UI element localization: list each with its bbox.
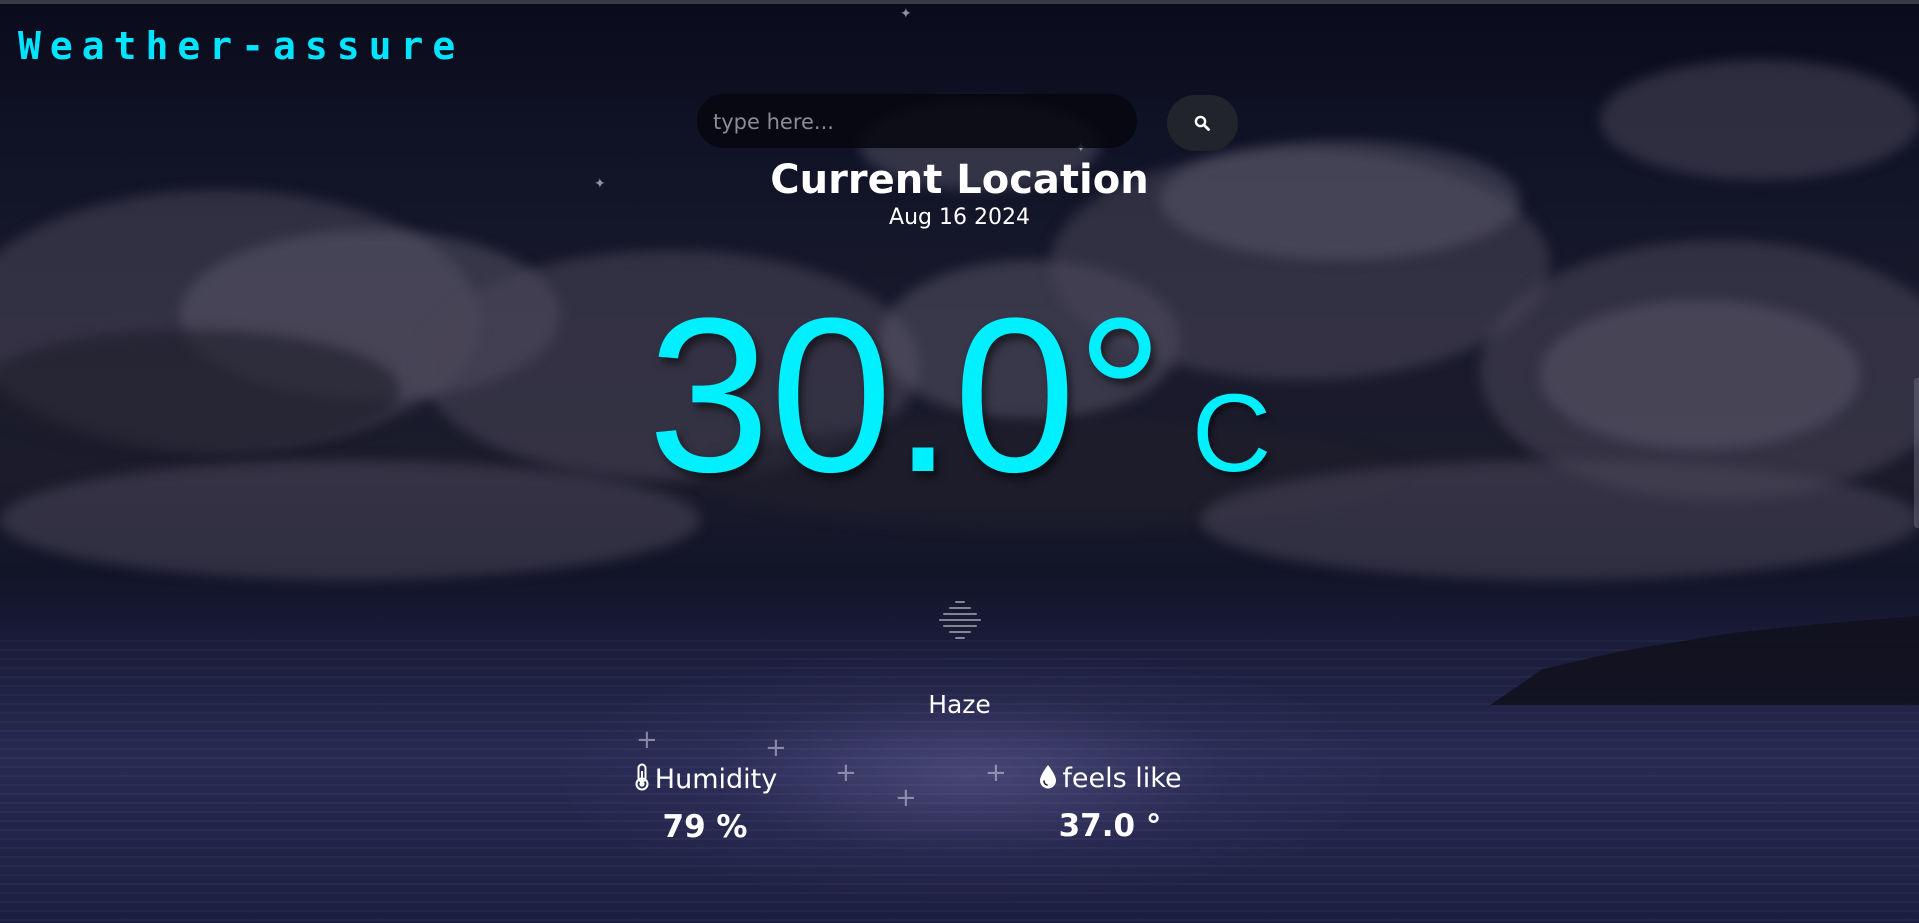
brand-title: Weather-assure (18, 24, 465, 68)
weather-condition: Haze (928, 690, 991, 719)
feels-like-header: feels like (1030, 763, 1190, 794)
temperature-value: 30.0° (647, 272, 1164, 518)
current-date: Aug 16 2024 (889, 205, 1030, 230)
location-name: Current Location (770, 157, 1149, 203)
search-button[interactable] (1167, 95, 1238, 151)
scrollbar-edge[interactable] (1914, 378, 1919, 528)
humidity-value: 79 % (662, 809, 748, 845)
droplet-icon (1040, 765, 1057, 789)
feels-like-value: 37.0 ° (1058, 808, 1162, 844)
thermometer-icon (635, 763, 649, 791)
browser-top-edge (0, 0, 1919, 4)
feels-like-label: feels like (1062, 763, 1182, 794)
feels-like-stat: feels like 37.0 ° (1030, 763, 1190, 844)
weather-page: ✦ ✦ ✦ + + + + + Weather-assure Current L… (0, 0, 1919, 923)
humidity-header: Humidity (620, 763, 790, 795)
haze-icon (939, 601, 981, 639)
temperature-unit: C (1191, 372, 1272, 495)
search-bar (697, 94, 1137, 148)
temperature-display: 30.0° C (0, 285, 1919, 505)
search-input[interactable] (711, 102, 1125, 142)
humidity-label: Humidity (654, 764, 778, 795)
humidity-stat: Humidity 79 % (620, 763, 790, 845)
search-icon (1194, 115, 1210, 131)
